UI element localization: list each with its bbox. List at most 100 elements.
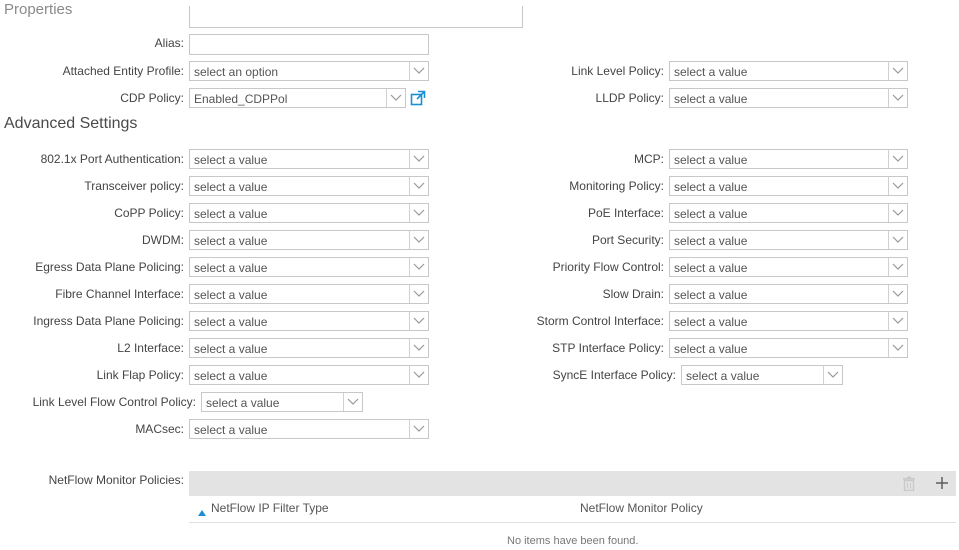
link-level-flow-control-select[interactable]: select a value	[201, 392, 363, 412]
port-security-select[interactable]: select a value	[669, 230, 908, 250]
ingress-policing-select[interactable]: select a value	[189, 311, 429, 331]
chevron-down-icon[interactable]	[888, 89, 907, 107]
poe-interface-select[interactable]: select a value	[669, 203, 908, 223]
chevron-down-icon[interactable]	[888, 62, 907, 80]
select-value: select a value	[194, 207, 268, 221]
open-external-icon[interactable]	[410, 90, 426, 109]
chevron-down-icon[interactable]	[409, 420, 428, 438]
chevron-down-icon[interactable]	[409, 285, 428, 303]
properties-heading: Properties	[4, 1, 73, 18]
select-value: select a value	[194, 288, 268, 302]
link-level-policy-value: select a value	[674, 65, 748, 79]
chevron-down-icon[interactable]	[409, 177, 428, 195]
transceiver-policy-select[interactable]: select a value	[189, 176, 429, 196]
chevron-down-icon[interactable]	[888, 150, 907, 168]
link-flap-policy-label: Link Flap Policy:	[96, 368, 184, 382]
transceiver-policy-label: Transceiver policy:	[84, 179, 184, 193]
alias-input[interactable]	[189, 34, 429, 55]
select-value: select a value	[194, 369, 268, 383]
copp-policy-label: CoPP Policy:	[114, 206, 184, 220]
cdp-policy-select[interactable]: Enabled_CDPPol	[189, 88, 406, 108]
select-value: select a value	[206, 396, 280, 410]
link-level-policy-select[interactable]: select a value	[669, 61, 908, 81]
netflow-monitor-policies-label: NetFlow Monitor Policies:	[48, 473, 184, 487]
chevron-down-icon[interactable]	[823, 366, 842, 384]
select-value: select a value	[194, 234, 268, 248]
copp-policy-select[interactable]: select a value	[189, 203, 429, 223]
dot1x-select[interactable]: select a value	[189, 149, 429, 169]
stp-interface-policy-select[interactable]: select a value	[669, 338, 908, 358]
plus-icon[interactable]	[935, 476, 949, 493]
chevron-down-icon[interactable]	[409, 258, 428, 276]
chevron-down-icon[interactable]	[888, 312, 907, 330]
l2-interface-select[interactable]: select a value	[189, 338, 429, 358]
lldp-policy-select[interactable]: select a value	[669, 88, 908, 108]
trash-icon[interactable]	[902, 476, 916, 494]
synce-interface-policy-select[interactable]: select a value	[681, 365, 843, 385]
select-value: select a value	[194, 423, 268, 437]
select-value: select a value	[194, 315, 268, 329]
column-header-netflow-ip-filter-type[interactable]: NetFlow IP Filter Type	[211, 501, 329, 515]
storm-control-select[interactable]: select a value	[669, 311, 908, 331]
description-field[interactable]	[189, 6, 523, 28]
select-value: select a value	[674, 261, 748, 275]
synce-interface-policy-label: SyncE Interface Policy:	[552, 368, 676, 382]
link-level-flow-control-label: Link Level Flow Control Policy:	[32, 395, 196, 409]
mcp-select[interactable]: select a value	[669, 149, 908, 169]
chevron-down-icon[interactable]	[888, 204, 907, 222]
chevron-down-icon[interactable]	[409, 204, 428, 222]
slow-drain-select[interactable]: select a value	[669, 284, 908, 304]
select-value: select a value	[194, 180, 268, 194]
attached-entity-profile-label: Attached Entity Profile:	[62, 64, 184, 78]
select-value: select a value	[674, 207, 748, 221]
chevron-down-icon[interactable]	[409, 150, 428, 168]
monitoring-policy-select[interactable]: select a value	[669, 176, 908, 196]
chevron-down-icon[interactable]	[409, 312, 428, 330]
mcp-label: MCP:	[634, 152, 664, 166]
chevron-down-icon[interactable]	[888, 231, 907, 249]
priority-flow-control-select[interactable]: select a value	[669, 257, 908, 277]
chevron-down-icon[interactable]	[343, 393, 362, 411]
netflow-toolbar	[189, 471, 956, 496]
chevron-down-icon[interactable]	[888, 285, 907, 303]
chevron-down-icon[interactable]	[386, 89, 405, 107]
dot1x-label: 802.1x Port Authentication:	[40, 152, 184, 166]
select-value: select a value	[674, 315, 748, 329]
chevron-down-icon[interactable]	[409, 339, 428, 357]
cdp-policy-value: Enabled_CDPPol	[194, 92, 288, 106]
lldp-policy-label: LLDP Policy:	[595, 91, 664, 105]
select-value: select a value	[674, 180, 748, 194]
stp-interface-policy-label: STP Interface Policy:	[552, 341, 664, 355]
table-header-divider	[189, 522, 956, 523]
select-value: select a value	[674, 234, 748, 248]
macsec-label: MACsec:	[135, 422, 184, 436]
attached-entity-profile-select[interactable]: select an option	[189, 61, 429, 81]
select-value: select a value	[674, 153, 748, 167]
link-flap-policy-select[interactable]: select a value	[189, 365, 429, 385]
select-value: select a value	[686, 369, 760, 383]
select-value: select a value	[674, 342, 748, 356]
sort-ascending-icon[interactable]	[198, 505, 206, 519]
ingress-policing-label: Ingress Data Plane Policing:	[33, 314, 184, 328]
monitoring-policy-label: Monitoring Policy:	[569, 179, 664, 193]
egress-policing-label: Egress Data Plane Policing:	[35, 260, 184, 274]
chevron-down-icon[interactable]	[409, 366, 428, 384]
dwdm-select[interactable]: select a value	[189, 230, 429, 250]
cdp-policy-label: CDP Policy:	[120, 91, 184, 105]
fibre-channel-select[interactable]: select a value	[189, 284, 429, 304]
column-header-netflow-monitor-policy[interactable]: NetFlow Monitor Policy	[580, 501, 703, 515]
egress-policing-select[interactable]: select a value	[189, 257, 429, 277]
select-value: select a value	[194, 261, 268, 275]
chevron-down-icon[interactable]	[409, 62, 428, 80]
storm-control-label: Storm Control Interface:	[536, 314, 664, 328]
chevron-down-icon[interactable]	[409, 231, 428, 249]
select-value: select a value	[674, 288, 748, 302]
chevron-down-icon[interactable]	[888, 258, 907, 276]
chevron-down-icon[interactable]	[888, 339, 907, 357]
dwdm-label: DWDM:	[142, 233, 184, 247]
slow-drain-label: Slow Drain:	[602, 287, 664, 301]
select-value: select a value	[194, 342, 268, 356]
chevron-down-icon[interactable]	[888, 177, 907, 195]
macsec-select[interactable]: select a value	[189, 419, 429, 439]
lldp-policy-value: select a value	[674, 92, 748, 106]
